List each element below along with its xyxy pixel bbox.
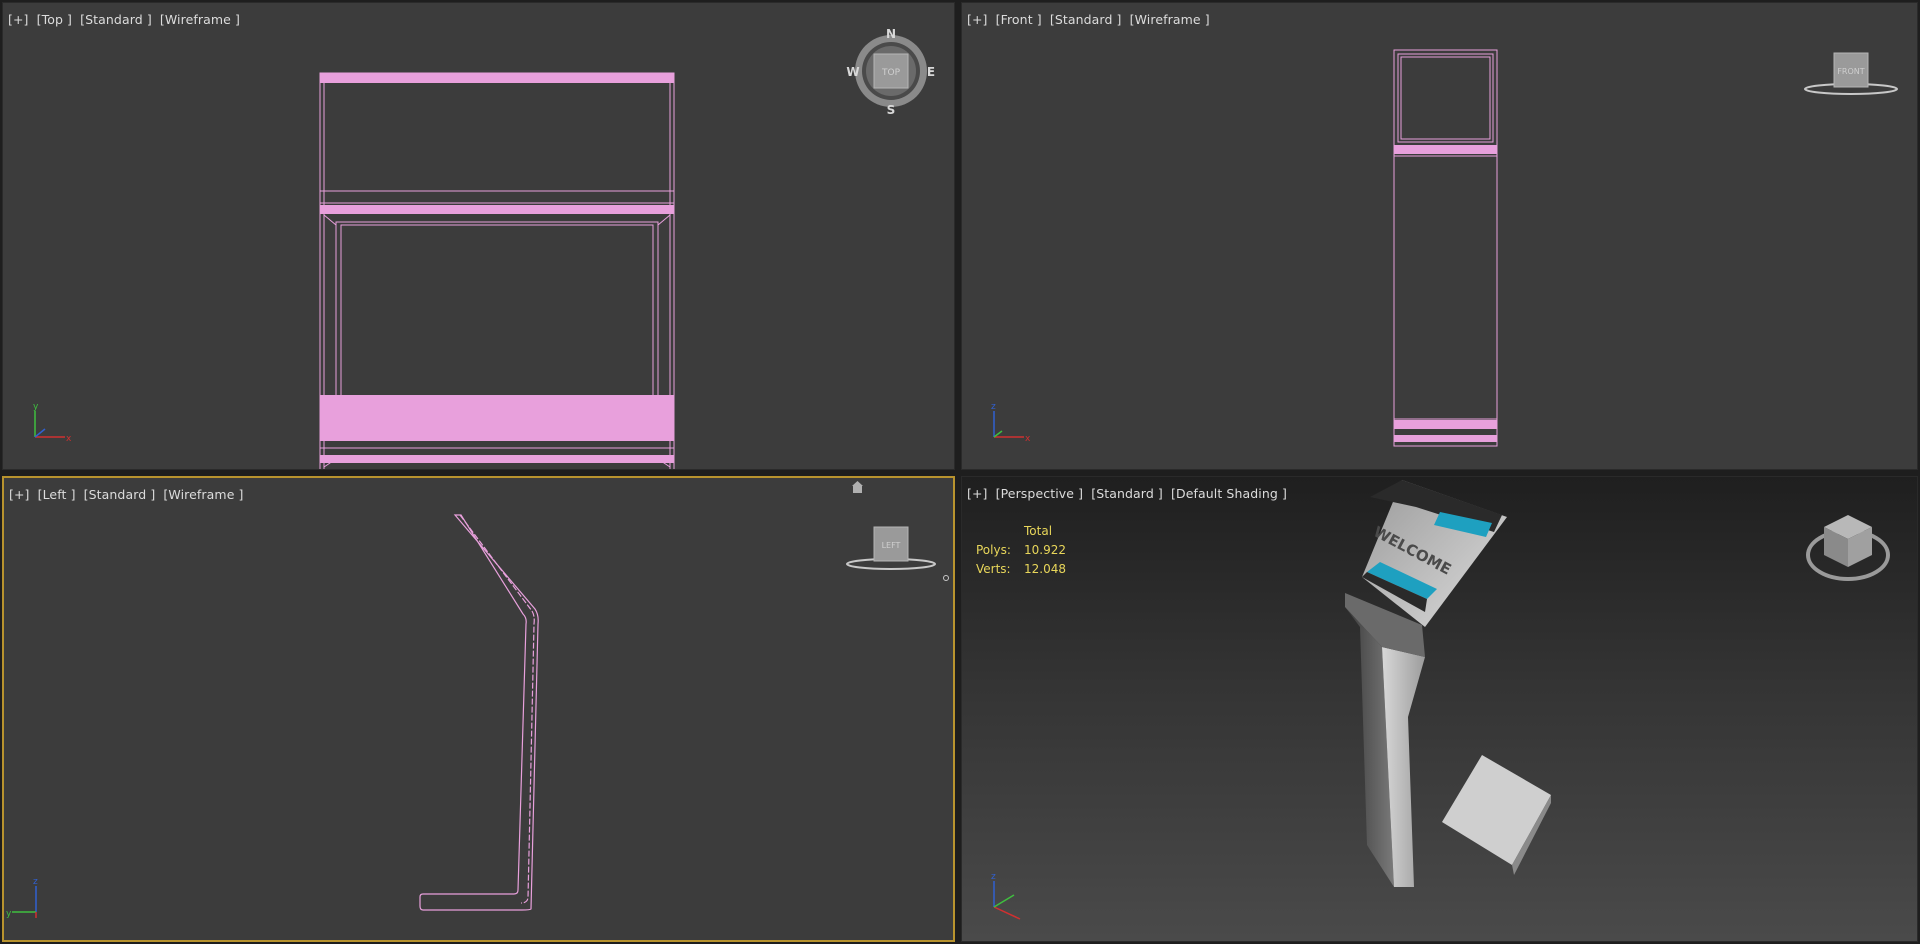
axis-tripod <box>34 411 65 438</box>
viewcube-face-label: TOP <box>881 68 901 78</box>
kiosk-model[interactable]: WELCOME <box>1345 480 1551 887</box>
viewport-perspective[interactable]: [+] [Perspective ] [Standard ] [Default … <box>961 476 1918 942</box>
axis-tripod <box>993 881 1021 920</box>
viewcube-dot-icon <box>943 575 949 581</box>
viewport-left[interactable]: [+] [Left ] [Standard ] [Wireframe ] z y… <box>2 476 955 942</box>
left-wireframe-canvas: z y LEFT <box>6 481 949 919</box>
top-wireframe-canvas: y x TOP N S E W <box>33 27 935 469</box>
axis-x-label: x <box>1025 434 1031 444</box>
axis-tripod <box>993 411 1024 438</box>
axis-y-label: y <box>6 909 12 919</box>
axis-x-label: x <box>66 434 72 444</box>
compass-west: W <box>846 65 859 79</box>
viewcube-left[interactable]: LEFT <box>846 526 936 570</box>
axis-z-label: z <box>991 402 996 412</box>
viewcube-top[interactable]: TOP N S E W <box>846 27 935 117</box>
compass-east: E <box>927 65 935 79</box>
viewport-front[interactable]: [+] [Front ] [Standard ] [Wireframe ] z … <box>961 2 1918 470</box>
viewcube-face-label: FRONT <box>1837 67 1864 76</box>
viewcube-face-label: LEFT <box>882 541 901 550</box>
compass-north: N <box>886 27 896 41</box>
home-icon[interactable] <box>852 481 863 493</box>
axis-z-label: z <box>33 877 38 887</box>
viewcube-front[interactable]: FRONT <box>1804 52 1898 95</box>
viewcube-perspective[interactable] <box>1806 515 1890 581</box>
perspective-render-canvas: WELCOME z <box>991 480 1890 920</box>
axis-tripod <box>12 886 37 918</box>
viewport-top[interactable]: [+] [Top ] [Standard ] [Wireframe ] y x … <box>2 2 955 470</box>
axis-z-label: z <box>991 872 996 882</box>
axis-y-label: y <box>33 402 39 412</box>
compass-south: S <box>887 103 896 117</box>
front-wireframe-canvas: z x FRONT <box>991 49 1898 447</box>
